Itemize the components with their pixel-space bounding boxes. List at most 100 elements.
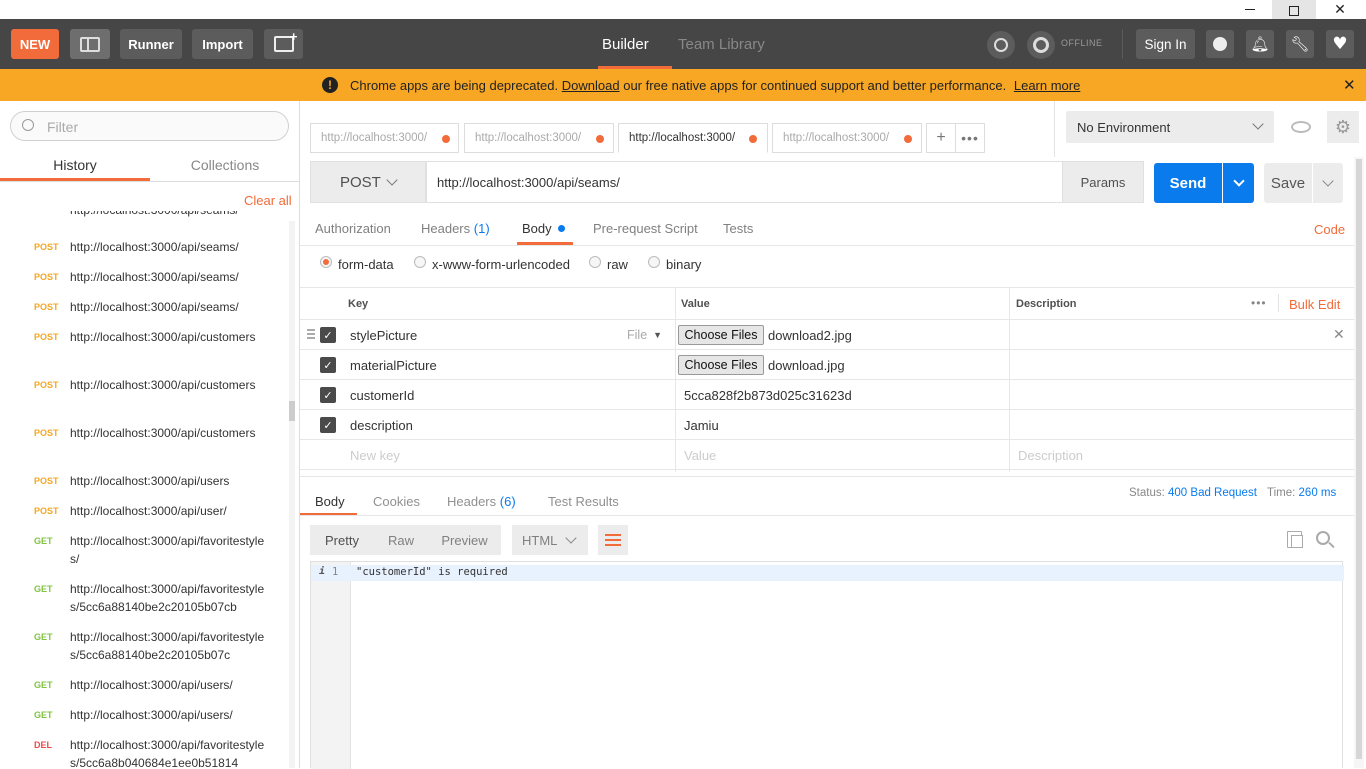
format-raw-button[interactable]: Raw (374, 525, 428, 555)
params-button[interactable]: Params (1062, 161, 1144, 203)
table-row[interactable]: ✓ materialPicture Choose Files download.… (300, 350, 1354, 380)
notifications-button[interactable]: 🔔︎ (1246, 30, 1274, 58)
request-tab-label: http://localhost:3000/ (629, 132, 736, 144)
new-tab-button[interactable]: + (264, 29, 303, 59)
tab-headers[interactable]: Headers (1) (421, 211, 490, 245)
response-tab-headers[interactable]: Headers (6) (447, 486, 516, 516)
response-tab-body[interactable]: Body (315, 486, 345, 516)
new-description-input[interactable]: Description (1018, 440, 1083, 470)
more-options-icon[interactable]: ••• (1251, 296, 1267, 310)
file-type-select[interactable]: File ▼ (627, 320, 662, 350)
send-options-button[interactable] (1223, 163, 1254, 203)
caret-down-icon: ▼ (653, 330, 663, 340)
main-scrollbar[interactable] (1354, 157, 1364, 768)
copy-icon[interactable] (1287, 531, 1303, 548)
new-key-input[interactable]: New key (350, 440, 400, 470)
more-tabs-button[interactable]: ••• (955, 123, 985, 153)
send-button[interactable]: Send (1154, 163, 1222, 203)
row-value[interactable]: Jamiu (684, 410, 719, 440)
restore-button[interactable] (1272, 0, 1316, 19)
save-options-button[interactable] (1313, 163, 1343, 203)
row-key[interactable]: materialPicture (350, 350, 437, 380)
table-row-new[interactable]: New key Value Description (300, 440, 1354, 470)
save-button[interactable]: Save (1264, 163, 1312, 203)
table-row[interactable]: ✓ customerId 5cca828f2b873d025c31623d (300, 380, 1354, 410)
format-pretty-button[interactable]: Pretty (310, 525, 374, 555)
filter-input-wrap[interactable]: Filter (10, 111, 289, 141)
environment-select[interactable]: No Environment (1066, 111, 1274, 143)
url-input[interactable]: http://localhost:3000/api/seams/ (426, 161, 1063, 203)
list-item[interactable]: http://localhost:3000/api/seams/ (0, 211, 290, 220)
row-key[interactable]: stylePicture (350, 320, 417, 350)
sync-status-button[interactable] (1027, 31, 1055, 59)
request-tab[interactable]: http://localhost:3000/ (772, 123, 922, 153)
language-select[interactable]: HTML (512, 525, 588, 555)
filter-input[interactable]: Filter (47, 119, 78, 135)
tab-tests[interactable]: Tests (723, 211, 753, 245)
table-row[interactable]: ✓ description Jamiu (300, 410, 1354, 440)
delete-row-icon[interactable]: ✕ (1333, 320, 1345, 350)
table-row[interactable]: ✓ stylePicture File ▼ Choose Files downlo… (300, 320, 1354, 350)
close-window-button[interactable]: ✕ (1318, 0, 1362, 19)
sidebar-scrollbar[interactable] (289, 221, 295, 768)
learn-more-link[interactable]: Learn more (1014, 78, 1080, 93)
format-preview-button[interactable]: Preview (428, 525, 501, 555)
tab-builder[interactable]: Builder (602, 19, 649, 69)
new-button[interactable]: NEW (11, 29, 59, 59)
row-checkbox[interactable]: ✓ (320, 357, 336, 373)
response-tab-test-results[interactable]: Test Results (548, 486, 619, 516)
history-url: http://localhost:3000/api/customers (70, 330, 256, 344)
language-label: HTML (522, 532, 558, 548)
clear-all-link[interactable]: Clear all (244, 193, 292, 208)
environment-quick-look[interactable] (1289, 115, 1313, 139)
interceptor-button[interactable] (1206, 30, 1234, 58)
choose-files-button[interactable]: Choose Files (678, 325, 764, 345)
row-value[interactable]: 5cca828f2b873d025c31623d (684, 380, 852, 410)
bulk-edit-link[interactable]: Bulk Edit (1289, 297, 1340, 312)
row-checkbox[interactable]: ✓ (320, 327, 336, 343)
favorite-button[interactable]: ♥ (1326, 30, 1354, 58)
radio-binary[interactable] (648, 256, 660, 268)
settings-button[interactable]: 🔧︎ (1286, 30, 1314, 58)
satellite-icon (994, 38, 1008, 52)
main-scroll-thumb[interactable] (1356, 159, 1362, 759)
download-link[interactable]: Download (562, 78, 620, 93)
request-tab[interactable]: http://localhost:3000/ (464, 123, 614, 153)
choose-files-button[interactable]: Choose Files (678, 355, 764, 375)
response-tab-cookies[interactable]: Cookies (373, 486, 420, 516)
minimize-button[interactable] (1228, 0, 1272, 19)
tab-authorization[interactable]: Authorization (315, 211, 391, 245)
row-key[interactable]: customerId (350, 380, 414, 410)
tab-team-library[interactable]: Team Library (678, 19, 765, 69)
radio-urlencoded[interactable] (414, 256, 426, 268)
radio-raw[interactable] (589, 256, 601, 268)
code-link[interactable]: Code (1314, 212, 1345, 246)
add-tab-button[interactable]: + (926, 123, 956, 153)
history-url: http://localhost:3000/api/seams/ (70, 270, 239, 284)
response-editor[interactable]: i 1 "customerId" is required (310, 561, 1344, 769)
banner-close-icon[interactable]: ✕ (1343, 76, 1356, 94)
tab-collections[interactable]: Collections (150, 149, 300, 181)
capture-button[interactable] (987, 31, 1015, 59)
import-button[interactable]: Import (192, 29, 253, 59)
tab-prerequest-script[interactable]: Pre-request Script (593, 211, 698, 245)
method-select[interactable]: POST (310, 161, 426, 203)
request-tab[interactable]: http://localhost:3000/ (310, 123, 459, 153)
wrap-lines-button[interactable] (598, 525, 628, 555)
runner-button[interactable]: Runner (120, 29, 182, 59)
sidebar-scroll-thumb[interactable] (289, 401, 295, 421)
offline-label: OFFLINE (1061, 38, 1103, 48)
drag-handle-icon[interactable] (307, 329, 315, 339)
sidebar-toggle-button[interactable] (70, 29, 110, 59)
new-value-input[interactable]: Value (684, 440, 716, 470)
row-checkbox[interactable]: ✓ (320, 417, 336, 433)
manage-environments-button[interactable]: ⚙ (1327, 111, 1359, 143)
search-response-icon[interactable] (1316, 531, 1335, 549)
tab-history[interactable]: History (0, 149, 150, 181)
radio-form-data[interactable] (320, 256, 332, 268)
sign-in-button[interactable]: Sign In (1136, 29, 1195, 59)
request-tab-active[interactable]: http://localhost:3000/ (618, 123, 768, 153)
tab-body[interactable]: Body (522, 211, 565, 245)
row-checkbox[interactable]: ✓ (320, 387, 336, 403)
row-key[interactable]: description (350, 410, 413, 440)
